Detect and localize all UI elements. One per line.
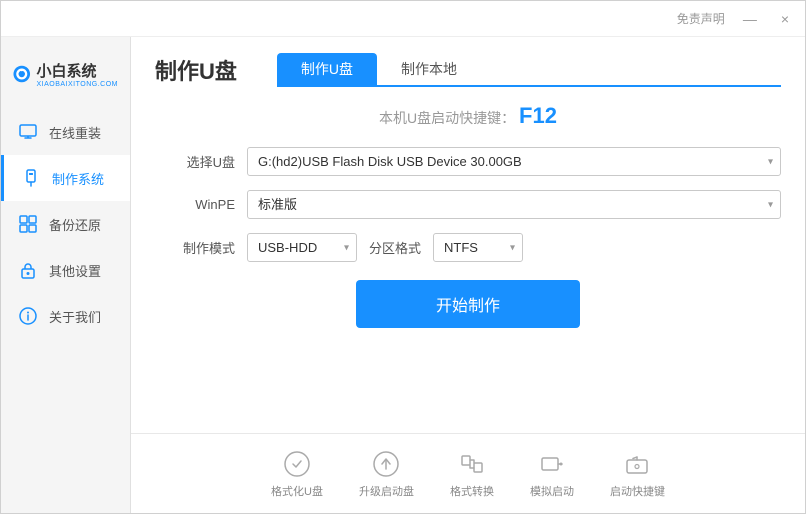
logo-area: 小白系统 XIAOBAIXITONG.COM — [1, 47, 130, 109]
disclaimer-link[interactable]: 免责声明 — [677, 10, 725, 27]
toolbar-label-upgrade-boot: 升级启动盘 — [359, 483, 414, 499]
sidebar-label-about-us: 关于我们 — [49, 307, 101, 326]
content-header: 制作U盘 制作U盘 制作本地 — [131, 37, 805, 87]
select-usb-label: 选择U盘 — [155, 152, 235, 171]
sidebar-label-other-settings: 其他设置 — [49, 261, 101, 280]
sidebar-item-make-system[interactable]: 制作系统 — [1, 155, 130, 201]
tab-make-usb[interactable]: 制作U盘 — [277, 53, 377, 87]
select-usb-control: G:(hd2)USB Flash Disk USB Device 30.00GB… — [247, 147, 781, 176]
shortcut-prefix: 本机U盘启动快捷键： — [379, 110, 515, 126]
shortcut-hint: 本机U盘启动快捷键： F12 — [155, 103, 781, 129]
winpe-field[interactable]: 标准版 — [247, 190, 781, 219]
select-usb-wrapper: G:(hd2)USB Flash Disk USB Device 30.00GB… — [247, 147, 781, 176]
sidebar-item-backup-restore[interactable]: 备份还原 — [1, 201, 130, 247]
close-button[interactable]: × — [775, 10, 795, 28]
winpe-label: WinPE — [155, 197, 235, 212]
toolbar-label-format-convert: 格式转换 — [450, 483, 494, 499]
winpe-wrapper: 标准版 ▾ — [247, 190, 781, 219]
minimize-button[interactable]: — — [737, 10, 763, 28]
partition-label: 分区格式 — [369, 238, 421, 257]
bottom-toolbar: 格式化U盘 升级启动盘 — [131, 433, 805, 513]
mode-label: 制作模式 — [155, 238, 235, 257]
titlebar-actions: 免责声明 — × — [677, 10, 795, 28]
simulate-boot-icon — [537, 449, 567, 479]
toolbar-label-simulate-boot: 模拟启动 — [530, 483, 574, 499]
sidebar-label-make-system: 制作系统 — [52, 169, 104, 188]
toolbar-item-format-convert[interactable]: 格式转换 — [450, 449, 494, 499]
logo-sub-text: XIAOBAIXITONG.COM — [37, 81, 119, 88]
sidebar-label-backup-restore: 备份还原 — [49, 215, 101, 234]
mode-wrapper: USB-HDD ▾ — [247, 233, 357, 262]
form-row-winpe: WinPE 标准版 ▾ — [155, 190, 781, 219]
lock-icon — [17, 259, 39, 281]
app-window: 免责声明 — × 小白系统 XIAOBAIXITONG.COM — [0, 0, 806, 514]
sidebar-label-online-reinstall: 在线重装 — [49, 123, 101, 142]
tabs: 制作U盘 制作本地 — [277, 53, 781, 87]
select-usb-field[interactable]: G:(hd2)USB Flash Disk USB Device 30.00GB — [247, 147, 781, 176]
logo-text: 小白系统 XIAOBAIXITONG.COM — [37, 60, 119, 88]
form-row-mode-partition: 制作模式 USB-HDD ▾ 分区格式 NTFS — [155, 233, 781, 262]
sidebar: 小白系统 XIAOBAIXITONG.COM 在线重装 — [1, 37, 131, 513]
page-title: 制作U盘 — [155, 54, 237, 86]
boot-shortcut-icon — [622, 449, 652, 479]
tab-make-local[interactable]: 制作本地 — [377, 53, 481, 87]
content-body: 本机U盘启动快捷键： F12 选择U盘 G:(hd2)USB Flash Dis… — [131, 87, 805, 433]
logo-main-text: 小白系统 — [37, 60, 119, 81]
winpe-control: 标准版 ▾ — [247, 190, 781, 219]
monitor-icon — [17, 121, 39, 143]
grid-icon — [17, 213, 39, 235]
format-convert-icon — [457, 449, 487, 479]
toolbar-label-format-usb: 格式化U盘 — [271, 483, 323, 499]
toolbar-item-boot-shortcut[interactable]: 启动快捷键 — [610, 449, 665, 499]
shortcut-key: F12 — [519, 103, 557, 128]
usb-icon — [20, 167, 42, 189]
sidebar-item-online-reinstall[interactable]: 在线重装 — [1, 109, 130, 155]
form-row-usb: 选择U盘 G:(hd2)USB Flash Disk USB Device 30… — [155, 147, 781, 176]
format-usb-icon — [282, 449, 312, 479]
partition-field[interactable]: NTFS — [433, 233, 523, 262]
mode-field[interactable]: USB-HDD — [247, 233, 357, 262]
info-icon — [17, 305, 39, 327]
toolbar-item-simulate-boot[interactable]: 模拟启动 — [530, 449, 574, 499]
partition-wrapper: NTFS ▾ — [433, 233, 523, 262]
logo-icon — [13, 55, 31, 93]
main-body: 小白系统 XIAOBAIXITONG.COM 在线重装 — [1, 37, 805, 513]
upgrade-boot-icon — [371, 449, 401, 479]
toolbar-label-boot-shortcut: 启动快捷键 — [610, 483, 665, 499]
sidebar-item-about-us[interactable]: 关于我们 — [1, 293, 130, 339]
titlebar: 免责声明 — × — [1, 1, 805, 37]
toolbar-item-upgrade-boot[interactable]: 升级启动盘 — [359, 449, 414, 499]
toolbar-item-format-usb[interactable]: 格式化U盘 — [271, 449, 323, 499]
start-button[interactable]: 开始制作 — [356, 280, 580, 328]
content-area: 制作U盘 制作U盘 制作本地 本机U盘启动快捷键： F12 选择U盘 — [131, 37, 805, 513]
sidebar-item-other-settings[interactable]: 其他设置 — [1, 247, 130, 293]
